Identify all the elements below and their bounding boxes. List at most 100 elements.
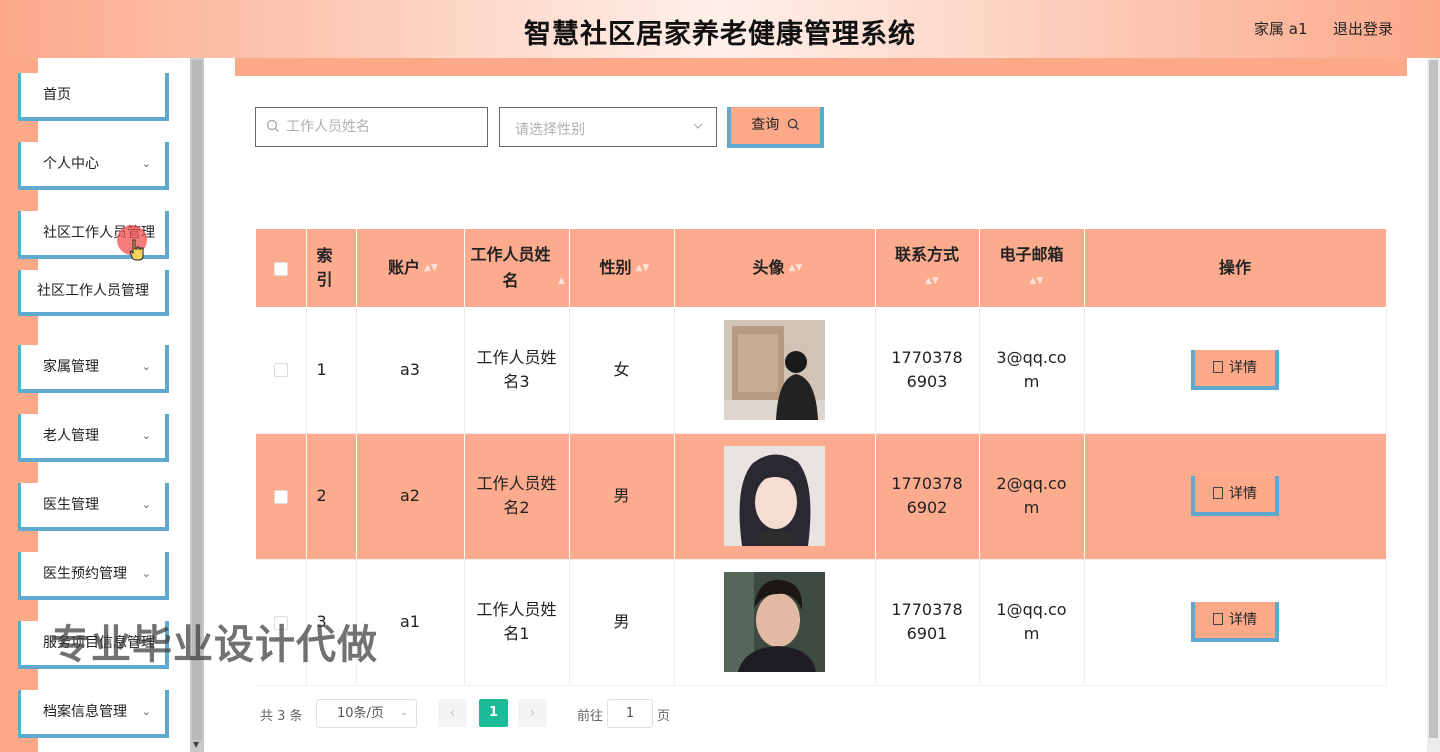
sidebar-subitem-staff-management[interactable]: 社区工作人员管理 (18, 270, 169, 316)
row-index: 3 (306, 559, 357, 686)
content-top-band (235, 58, 1407, 76)
document-icon (1213, 613, 1223, 625)
chevron-down-icon: ⌄ (141, 360, 151, 373)
detail-button[interactable]: 详情 (1191, 349, 1279, 390)
sidebar-item-label: 首页 (43, 87, 71, 103)
row-index: 1 (306, 307, 357, 434)
goto-suffix-label: 页 (657, 709, 671, 724)
detail-button[interactable]: 详情 (1191, 476, 1279, 516)
goto-page-input[interactable]: 1 (607, 699, 653, 728)
column-header-phone[interactable]: 联系方式 ▲▼ (875, 229, 980, 307)
current-page-button[interactable]: 1 (479, 699, 508, 727)
row-email: 1@qq.com (979, 559, 1085, 686)
table-row: 2 a2 工作人员姓名2 男 17703786902 2@qq.com 详情 (256, 433, 1387, 560)
page-size-label: 10条/页 (337, 706, 384, 721)
row-name: 工作人员姓名1 (464, 559, 570, 686)
select-all-cell (256, 229, 307, 307)
column-header-index: 索引 (306, 229, 357, 307)
chevron-down-icon: ⌄ (400, 708, 408, 718)
sort-icon[interactable]: ▲▼ (1030, 268, 1044, 294)
chevron-down-icon: ⌄ (141, 636, 151, 649)
gender-select-placeholder: 请选择性别 (515, 122, 585, 138)
sidebar-item-elder-management[interactable]: 老人管理 ⌄ (18, 414, 169, 462)
select-all-checkbox[interactable] (273, 261, 288, 276)
column-header-name[interactable]: 工作人员姓名 ▲ (464, 229, 570, 307)
sidebar-item-label: 医生预约管理 (43, 566, 127, 582)
row-phone: 17703786903 (875, 307, 980, 434)
sidebar-item-label: 服务项目信息管理 (43, 635, 155, 651)
row-checkbox[interactable] (273, 363, 288, 378)
row-avatar-cell (674, 307, 876, 434)
page-size-select[interactable]: 10条/页 ⌄ (316, 699, 417, 728)
column-header-email[interactable]: 电子邮箱 ▲▼ (979, 229, 1085, 307)
chevron-down-icon: ⌄ (141, 705, 151, 718)
column-header-gender[interactable]: 性别 ▲▼ (569, 229, 675, 307)
row-account: a2 (356, 433, 465, 560)
sidebar-item-archive-management[interactable]: 档案信息管理 ⌄ (18, 690, 169, 738)
gender-select[interactable]: 请选择性别 (499, 107, 717, 147)
row-avatar-cell (674, 433, 876, 560)
search-icon (787, 118, 799, 131)
row-gender: 男 (569, 433, 675, 560)
sidebar-item-label: 档案信息管理 (43, 704, 127, 720)
table-header-row: 索引 账户 ▲▼ 工作人员姓名 ▲ 性别 ▲▼ 头像 ▲▼ 联系方式 ▲▼ 电子邮箱 ▲▼ … (256, 229, 1387, 307)
row-name: 工作人员姓名3 (464, 307, 570, 434)
query-button[interactable]: 查询 (727, 107, 824, 148)
hand-cursor-icon (129, 239, 144, 261)
row-select-cell (256, 559, 307, 686)
chevron-down-icon: ⌄ (141, 498, 151, 511)
query-button-label: 查询 (751, 117, 780, 133)
avatar (724, 319, 825, 420)
detail-button[interactable]: 详情 (1191, 602, 1279, 642)
sort-icon[interactable]: ▲▼ (789, 255, 803, 281)
column-header-account[interactable]: 账户 ▲▼ (356, 229, 465, 307)
sidebar-item-appointment-management[interactable]: 医生预约管理 ⌄ (18, 552, 169, 600)
column-header-avatar[interactable]: 头像 ▲▼ (674, 229, 876, 307)
scroll-down-arrow-icon[interactable]: ▼ (193, 740, 199, 749)
sidebar-item-home[interactable]: 首页 (18, 73, 169, 121)
sidebar-item-label: 家属管理 (43, 359, 99, 375)
column-header-actions: 操作 (1084, 229, 1387, 307)
row-account: a3 (356, 307, 465, 434)
sidebar-item-label: 个人中心 (43, 156, 99, 172)
sidebar-item-personal-center[interactable]: 个人中心 ⌄ (18, 142, 169, 190)
sort-icon[interactable]: ▲ (558, 268, 566, 294)
row-email: 3@qq.com (979, 307, 1085, 434)
main-scrollbar-thumb[interactable] (1429, 60, 1438, 738)
row-checkbox[interactable] (273, 615, 288, 630)
current-user-label: 家属 a1 (1254, 20, 1308, 38)
staff-name-search[interactable] (255, 107, 488, 147)
sidebar-item-label: 医生管理 (43, 497, 99, 513)
pagination-total: 共 3 条 (260, 709, 303, 724)
row-actions: 详情 (1084, 433, 1387, 560)
row-account: a1 (356, 559, 465, 686)
row-checkbox[interactable] (273, 489, 288, 504)
app-header: 智慧社区居家养老健康管理系统 家属 a1 退出登录 (0, 0, 1440, 58)
chevron-down-icon: ⌄ (141, 429, 151, 442)
app-title: 智慧社区居家养老健康管理系统 (524, 19, 916, 50)
logout-link[interactable]: 退出登录 (1333, 18, 1393, 39)
sidebar-item-family-management[interactable]: 家属管理 ⌄ (18, 345, 169, 393)
row-gender: 男 (569, 559, 675, 686)
row-avatar-cell (674, 559, 876, 686)
row-select-cell (256, 433, 307, 560)
sidebar-item-service-management[interactable]: 服务项目信息管理 ⌄ (18, 621, 169, 669)
row-phone: 17703786901 (875, 559, 980, 686)
search-icon (266, 119, 279, 132)
sidebar-item-doctor-management[interactable]: 医生管理 ⌄ (18, 483, 169, 531)
sort-icon[interactable]: ▲▼ (636, 255, 650, 281)
row-gender: 女 (569, 307, 675, 434)
row-select-cell (256, 307, 307, 434)
document-icon (1213, 360, 1223, 373)
sidebar-item-label: 社区工作人员管理 (37, 283, 149, 299)
row-actions: 详情 (1084, 307, 1387, 434)
row-email: 2@qq.com (979, 433, 1085, 560)
goto-label: 前往 (577, 709, 604, 724)
staff-name-input[interactable] (286, 116, 481, 138)
sort-icon[interactable]: ▲▼ (424, 255, 438, 281)
previous-page-button[interactable]: ‹ (438, 699, 467, 727)
next-page-button[interactable]: › (518, 699, 547, 727)
sort-icon[interactable]: ▲▼ (925, 268, 939, 294)
sidebar-scrollbar-thumb[interactable] (192, 60, 202, 740)
row-actions: 详情 (1084, 559, 1387, 686)
